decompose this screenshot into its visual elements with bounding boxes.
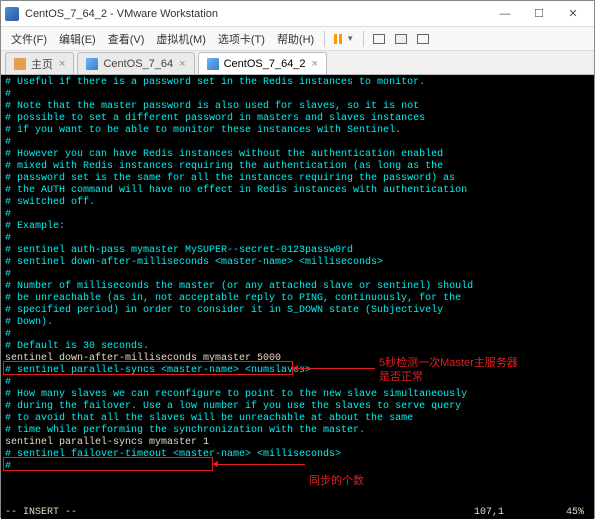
vim-mode: -- INSERT -- — [5, 507, 77, 519]
term-line: # — [5, 137, 590, 149]
tab-home[interactable]: 主页 × — [5, 52, 74, 74]
term-line: # How many slaves we can reconfigure to … — [5, 389, 590, 401]
close-button[interactable]: ✕ — [556, 3, 590, 25]
term-line: # — [5, 461, 590, 473]
term-line: # possible to set a different password i… — [5, 113, 590, 125]
tabstrip: 主页 × CentOS_7_64 × CentOS_7_64_2 × — [1, 51, 594, 75]
term-line: # However you can have Redis instances w… — [5, 149, 590, 161]
term-line: # sentinel failover-timeout <master-name… — [5, 449, 590, 461]
term-line: # sentinel auth-pass mymaster MySUPER--s… — [5, 245, 590, 257]
terminal[interactable]: # Useful if there is a password set in t… — [1, 75, 594, 519]
tab-centos2[interactable]: CentOS_7_64_2 × — [198, 52, 327, 74]
vim-statusline: -- INSERT -- 107,1 45% — [1, 507, 594, 519]
fullscreen-icon — [417, 34, 429, 44]
menu-view[interactable]: 查看(V) — [102, 28, 151, 50]
pause-icon — [334, 34, 344, 44]
tab-centos1[interactable]: CentOS_7_64 × — [77, 52, 194, 74]
term-line: # — [5, 329, 590, 341]
chevron-down-icon: ▼ — [346, 34, 354, 43]
term-line: # specified period) in order to consider… — [5, 305, 590, 317]
tab-label: 主页 — [31, 56, 53, 72]
pause-button[interactable]: ▼ — [330, 32, 358, 46]
separator — [324, 31, 325, 47]
tab-close-icon[interactable]: × — [179, 58, 185, 70]
menu-edit[interactable]: 编辑(E) — [53, 28, 102, 50]
term-line: # Useful if there is a password set in t… — [5, 77, 590, 89]
window-title: CentOS_7_64_2 - VMware Workstation — [25, 8, 488, 20]
tab-close-icon[interactable]: × — [59, 58, 65, 70]
snapshot-button[interactable] — [391, 32, 411, 46]
term-line: # Default is 30 seconds. — [5, 341, 590, 353]
term-line: # mixed with Redis instances requiring t… — [5, 161, 590, 173]
term-line: # be unreachable (as in, not acceptable … — [5, 293, 590, 305]
term-line: # during the failover. Use a low number … — [5, 401, 590, 413]
term-line: # sentinel parallel-syncs <master-name> … — [5, 365, 590, 377]
vim-cursor-pos: 107,1 — [474, 507, 504, 519]
term-line: # to avoid that all the slaves will be u… — [5, 413, 590, 425]
titlebar: CentOS_7_64_2 - VMware Workstation — ☐ ✕ — [1, 1, 594, 27]
term-line: # password set is the same for all the i… — [5, 173, 590, 185]
term-line: # switched off. — [5, 197, 590, 209]
tab-label: CentOS_7_64_2 — [224, 58, 306, 70]
menu-tabs[interactable]: 选项卡(T) — [212, 28, 271, 50]
term-line: # Note that the master password is also … — [5, 101, 590, 113]
minimize-button[interactable]: — — [488, 3, 522, 25]
vm-icon — [207, 58, 219, 70]
term-line: # — [5, 377, 590, 389]
tab-close-icon[interactable]: × — [312, 58, 318, 70]
vmware-icon — [5, 7, 19, 21]
screen-icon — [373, 34, 385, 44]
term-line: # Number of milliseconds the master (or … — [5, 281, 590, 293]
tab-label: CentOS_7_64 — [103, 58, 173, 70]
menubar: 文件(F) 编辑(E) 查看(V) 虚拟机(M) 选项卡(T) 帮助(H) ▼ — [1, 27, 594, 51]
send-keys-button[interactable] — [369, 32, 389, 46]
term-line: # — [5, 269, 590, 281]
home-icon — [14, 58, 26, 70]
fullscreen-button[interactable] — [413, 32, 433, 46]
menu-vm[interactable]: 虚拟机(M) — [150, 28, 212, 50]
term-line: # — [5, 209, 590, 221]
menu-file[interactable]: 文件(F) — [5, 28, 53, 50]
term-line: # — [5, 233, 590, 245]
config-parallel-syncs: sentinel parallel-syncs mymaster 1 — [5, 437, 590, 449]
term-line: # Down). — [5, 317, 590, 329]
vim-scroll-pct: 45% — [566, 507, 584, 519]
annotation-2: 同步的个数 — [309, 475, 364, 487]
menu-help[interactable]: 帮助(H) — [271, 28, 320, 50]
term-line: # time while performing the synchronizat… — [5, 425, 590, 437]
term-line: # sentinel down-after-milliseconds <mast… — [5, 257, 590, 269]
term-line: # — [5, 89, 590, 101]
term-line: # Example: — [5, 221, 590, 233]
term-line: # the AUTH command will have no effect i… — [5, 185, 590, 197]
vm-icon — [86, 58, 98, 70]
maximize-button[interactable]: ☐ — [522, 3, 556, 25]
term-line: # if you want to be able to monitor thes… — [5, 125, 590, 137]
separator — [363, 31, 364, 47]
config-down-after: sentinel down-after-milliseconds mymaste… — [5, 353, 590, 365]
snapshot-icon — [395, 34, 407, 44]
